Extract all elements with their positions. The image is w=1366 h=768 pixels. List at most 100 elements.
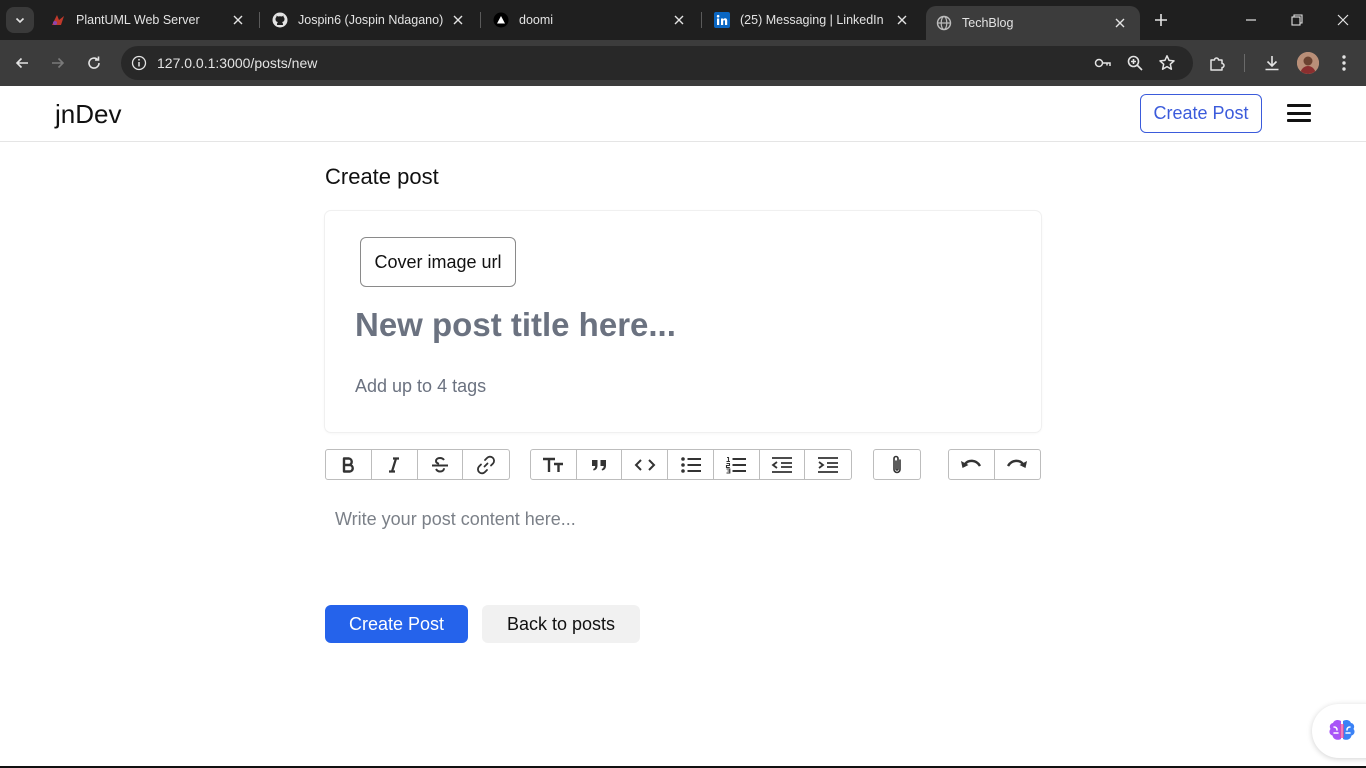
- reload-icon: [88, 56, 100, 69]
- profile-avatar[interactable]: [1297, 52, 1319, 74]
- code-button[interactable]: [622, 450, 669, 479]
- tab-doomi[interactable]: doomi: [483, 0, 699, 40]
- close-window-button[interactable]: [1320, 0, 1366, 40]
- tab-techblog[interactable]: TechBlog: [926, 6, 1140, 40]
- create-post-submit-button[interactable]: Create Post: [325, 605, 468, 643]
- tab-divider: [480, 12, 481, 28]
- link-icon: [477, 455, 496, 474]
- tab-title: (25) Messaging | LinkedIn: [740, 13, 884, 27]
- header-create-post-button[interactable]: Create Post: [1140, 94, 1262, 133]
- address-bar[interactable]: 127.0.0.1:3000/posts/new: [121, 46, 1193, 80]
- cover-image-button[interactable]: Cover image url: [360, 237, 516, 287]
- page: jnDev Create Post Create post Cover imag…: [0, 87, 1366, 768]
- url-host: 127.0.0.1: [157, 55, 216, 71]
- editor-toolbar-text-group: [325, 449, 510, 480]
- code-icon: [634, 458, 656, 471]
- heading-button[interactable]: [531, 450, 577, 479]
- tab-divider: [259, 12, 260, 28]
- attach-icon: [893, 455, 901, 473]
- italic-icon: [389, 456, 400, 473]
- editor-toolbar-block-group: [530, 449, 852, 480]
- quote-icon: [592, 459, 607, 470]
- indent-button[interactable]: [805, 450, 851, 479]
- tab-divider: [701, 12, 702, 28]
- toolbar-divider: [1244, 54, 1245, 72]
- plus-icon: [1155, 14, 1167, 26]
- brain-icon: [1329, 719, 1355, 740]
- tab-title: doomi: [519, 13, 554, 27]
- github-icon: [272, 12, 288, 28]
- redo-icon: [1007, 459, 1028, 468]
- minimize-button[interactable]: [1228, 0, 1274, 40]
- reload-button[interactable]: [82, 51, 106, 75]
- hamburger-line: [1287, 111, 1311, 115]
- back-to-posts-button[interactable]: Back to posts: [482, 605, 640, 643]
- outdent-button[interactable]: [760, 450, 806, 479]
- forward-button[interactable]: [46, 51, 70, 75]
- new-tab-button[interactable]: [1150, 9, 1172, 31]
- undo-button[interactable]: [949, 450, 995, 479]
- browser-toolbar: 127.0.0.1:3000/posts/new: [0, 40, 1366, 86]
- globe-icon: [936, 15, 952, 31]
- url-path: :3000/posts/new: [215, 55, 318, 71]
- vercel-triangle-icon: [493, 12, 509, 28]
- extensions-puzzle-icon[interactable]: [1207, 52, 1229, 74]
- post-content-editor[interactable]: [325, 499, 1041, 589]
- arrow-left-icon: [15, 57, 28, 69]
- kebab-menu-icon[interactable]: [1333, 52, 1355, 74]
- back-button[interactable]: [10, 51, 34, 75]
- indent-icon: [818, 456, 839, 473]
- heading-icon: [543, 457, 564, 472]
- browser-tab-strip: PlantUML Web Server Jospin6 (Jospin Ndag…: [0, 0, 1366, 40]
- site-header: jnDev Create Post: [0, 87, 1366, 142]
- bold-icon: [343, 456, 355, 473]
- password-key-icon[interactable]: [1093, 53, 1113, 73]
- restore-icon: [1291, 14, 1303, 26]
- tab-title: TechBlog: [962, 16, 1014, 30]
- tags-input[interactable]: [355, 371, 995, 401]
- plantuml-icon: [50, 12, 66, 28]
- strikethrough-button[interactable]: [418, 450, 464, 479]
- strikethrough-icon: [431, 456, 448, 473]
- hamburger-menu-icon[interactable]: [1287, 102, 1311, 124]
- hamburger-line: [1287, 104, 1311, 107]
- page-title: Create post: [325, 164, 439, 189]
- site-logo[interactable]: jnDev: [55, 99, 121, 130]
- close-icon[interactable]: [671, 12, 687, 28]
- link-button[interactable]: [463, 450, 509, 479]
- minimize-icon: [1246, 19, 1256, 21]
- tab-search-button[interactable]: [6, 7, 34, 33]
- editor-toolbar-attach-group: [873, 449, 921, 480]
- close-icon[interactable]: [450, 12, 466, 28]
- undo-icon: [961, 459, 982, 468]
- ai-assistant-button[interactable]: [1312, 704, 1366, 758]
- post-meta-card: Cover image url: [325, 211, 1041, 432]
- bullet-list-icon: [680, 456, 701, 473]
- arrow-right-icon: [52, 57, 65, 69]
- restore-button[interactable]: [1274, 0, 1320, 40]
- italic-button[interactable]: [372, 450, 418, 479]
- tab-github[interactable]: Jospin6 (Jospin Ndagano): [262, 0, 478, 40]
- close-icon[interactable]: [1112, 15, 1128, 31]
- close-icon[interactable]: [894, 12, 910, 28]
- url-text: 127.0.0.1:3000/posts/new: [157, 55, 317, 71]
- post-title-input[interactable]: [355, 299, 995, 351]
- site-info-icon[interactable]: [129, 53, 149, 73]
- bullet-list-button[interactable]: [668, 450, 714, 479]
- bold-button[interactable]: [326, 450, 372, 479]
- bookmark-star-icon[interactable]: [1157, 53, 1177, 73]
- linkedin-icon: [714, 12, 730, 28]
- quote-button[interactable]: [577, 450, 623, 479]
- tab-title: PlantUML Web Server: [76, 13, 200, 27]
- redo-button[interactable]: [995, 450, 1041, 479]
- close-icon[interactable]: [230, 12, 246, 28]
- editor-toolbar-history-group: [948, 449, 1041, 480]
- tab-plantuml[interactable]: PlantUML Web Server: [40, 0, 258, 40]
- zoom-icon[interactable]: [1125, 53, 1145, 73]
- numbered-list-button[interactable]: [714, 450, 760, 479]
- close-icon: [1337, 14, 1349, 26]
- download-icon[interactable]: [1261, 52, 1283, 74]
- tab-linkedin[interactable]: (25) Messaging | LinkedIn: [704, 0, 922, 40]
- attach-button[interactable]: [874, 450, 920, 479]
- hamburger-line: [1287, 119, 1311, 122]
